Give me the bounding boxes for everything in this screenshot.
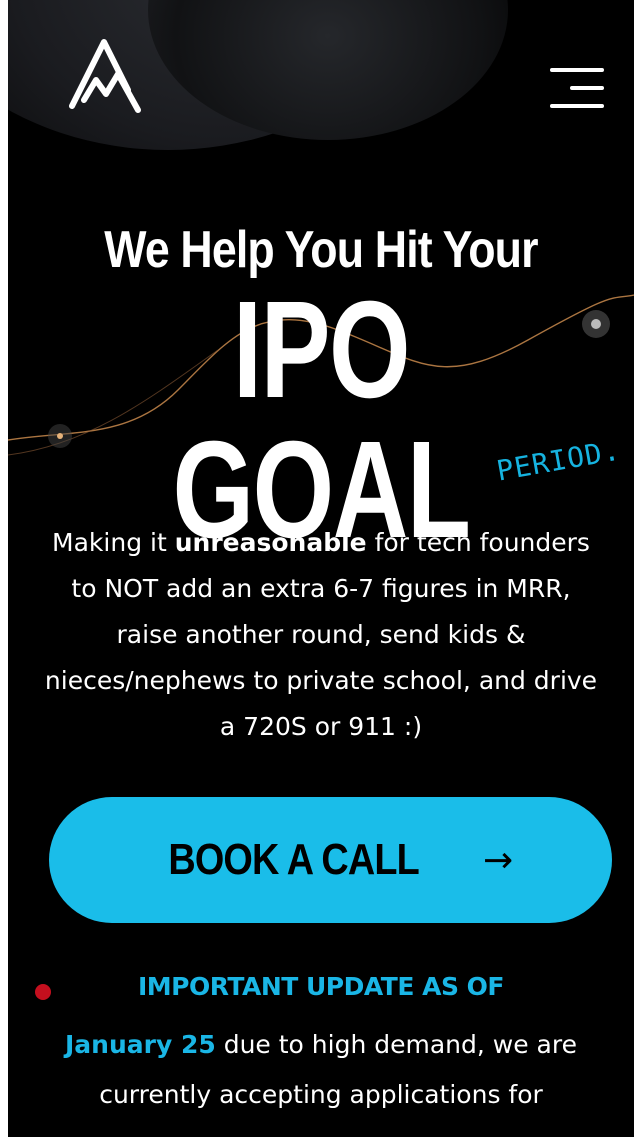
book-a-call-button[interactable]: BOOK A CALL → [49, 797, 612, 923]
arrow-right-icon: → [483, 839, 514, 881]
intro-text-start: Making it [52, 528, 175, 557]
hero-heading-line2: IPO GOAL [172, 273, 471, 567]
book-a-call-label: BOOK A CALL [168, 835, 419, 884]
intro-emphasis: unreasonable [174, 528, 367, 557]
hero-heading-line1: We Help You Hit Your [104, 221, 538, 279]
m-mountain-logo-icon[interactable] [66, 34, 150, 118]
intro-text-end: for tech founders to NOT add an extra 6-… [44, 528, 598, 741]
update-date: January 25 [65, 1030, 216, 1059]
update-text: January 25 due to high demand, we are cu… [28, 1020, 614, 1120]
hamburger-menu-icon[interactable] [548, 66, 608, 112]
intro-paragraph: Making it unreasonable for tech founders… [38, 520, 604, 750]
page-frame: We Help You Hit Your IPO GOAL PERIOD. Ma… [8, 0, 634, 1137]
update-title: IMPORTANT UPDATE AS OF [137, 972, 505, 1001]
